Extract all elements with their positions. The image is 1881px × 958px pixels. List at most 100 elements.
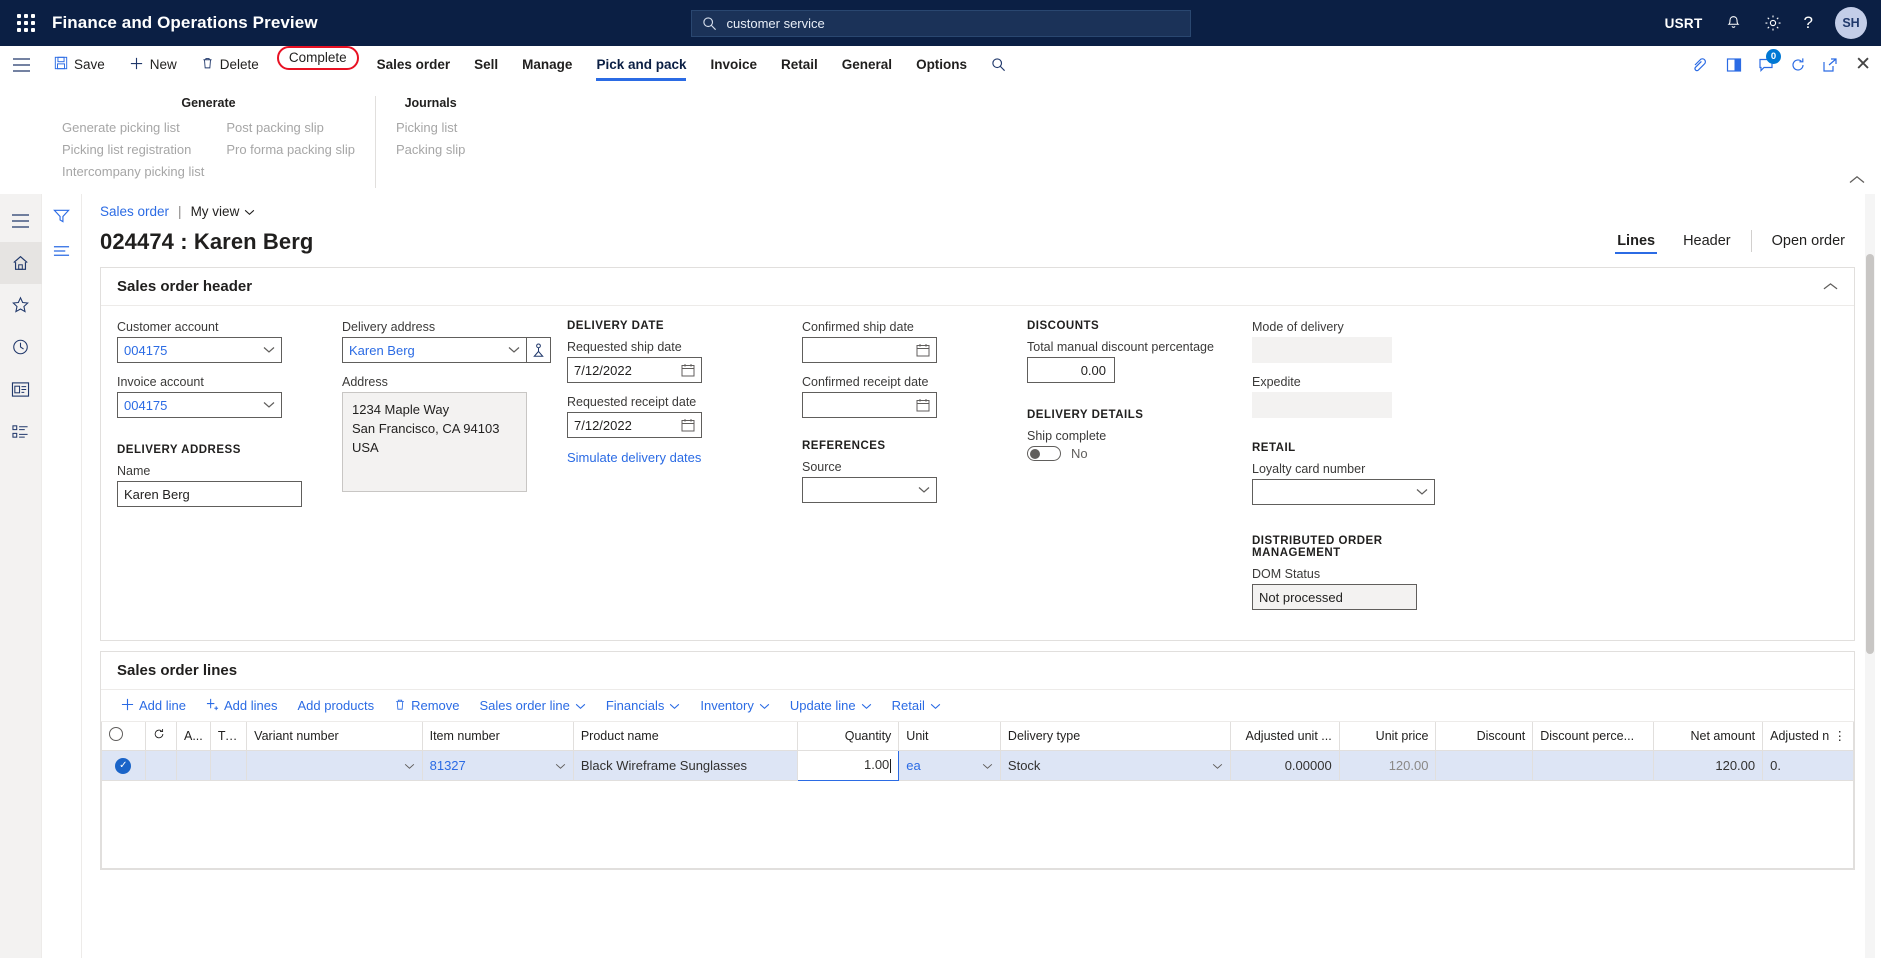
column-header-delivery-type[interactable]: Delivery type — [999, 722, 1231, 751]
menu-icon[interactable] — [0, 200, 42, 242]
row-variant-number-cell[interactable] — [246, 750, 423, 781]
open-in-new-window-icon[interactable] — [1822, 57, 1839, 73]
total-manual-discount-input[interactable]: 0.00 — [1027, 357, 1115, 383]
tab-manage[interactable]: Manage — [510, 46, 584, 84]
confirmed-ship-date-input[interactable] — [802, 337, 937, 363]
refresh-column-header[interactable] — [144, 722, 178, 751]
settings-icon[interactable] — [1764, 14, 1782, 32]
customer-account-input[interactable]: 004175 — [117, 337, 282, 363]
notifications-icon[interactable] — [1725, 15, 1742, 32]
delete-button[interactable]: Delete — [189, 46, 271, 84]
sales-order-header-fasttab-head[interactable]: Sales order header — [101, 268, 1854, 306]
ship-complete-toggle[interactable] — [1027, 446, 1061, 461]
attachments-icon[interactable] — [1692, 57, 1710, 73]
breadcrumb-root-link[interactable]: Sales order — [100, 204, 169, 219]
generate-picking-list-button[interactable]: Generate picking list — [62, 120, 204, 135]
update-line-menu[interactable]: Update line — [780, 698, 882, 713]
avatar[interactable]: SH — [1835, 7, 1867, 39]
column-header-ty[interactable]: Ty... — [209, 722, 248, 751]
scrollbar-thumb[interactable] — [1866, 254, 1874, 654]
view-selector[interactable]: My view — [191, 204, 256, 219]
column-header-unit-price[interactable]: Unit price — [1338, 722, 1437, 751]
row-select-cell[interactable]: ✓ — [101, 750, 146, 781]
remove-line-button[interactable]: Remove — [384, 698, 469, 714]
refresh-icon[interactable] — [1790, 57, 1806, 73]
row-product-name-cell[interactable]: Black Wireframe Sunglasses — [572, 750, 798, 781]
app-launcher-icon[interactable] — [0, 14, 52, 32]
tab-invoice[interactable]: Invoice — [698, 46, 769, 84]
row-item-number-cell[interactable]: 81327 — [421, 750, 574, 781]
tab-general[interactable]: General — [830, 46, 904, 84]
retail-menu[interactable]: Retail — [882, 698, 951, 713]
row-unit-cell[interactable]: ea — [898, 750, 1001, 781]
global-search[interactable]: customer service — [690, 10, 1191, 37]
map-pin-icon[interactable] — [527, 337, 551, 363]
tab-open-order[interactable]: Open order — [1758, 233, 1859, 249]
column-header-adjusted-unit[interactable]: Adjusted unit ... — [1229, 722, 1340, 751]
column-header-product-name[interactable]: Product name — [572, 722, 798, 751]
column-options-icon[interactable]: ⋮ — [1834, 728, 1847, 743]
row-discount-cell[interactable] — [1435, 750, 1534, 781]
tab-retail[interactable]: Retail — [769, 46, 830, 84]
select-all-header[interactable] — [101, 722, 146, 751]
calendar-icon[interactable] — [916, 398, 930, 412]
row-discount-percent-cell[interactable] — [1532, 750, 1655, 781]
intercompany-picking-list-button[interactable]: Intercompany picking list — [62, 164, 204, 179]
expedite-input[interactable] — [1252, 392, 1392, 418]
inventory-menu[interactable]: Inventory — [690, 698, 779, 713]
requested-receipt-date-input[interactable]: 7/12/2022 — [567, 412, 702, 438]
tab-options[interactable]: Options — [904, 46, 979, 84]
calendar-icon[interactable] — [681, 363, 695, 377]
tab-pick-and-pack[interactable]: Pick and pack — [584, 46, 698, 84]
picking-list-journal-button[interactable]: Picking list — [396, 120, 465, 135]
delivery-name-input[interactable]: Karen Berg — [117, 481, 302, 507]
row-adjusted-unit-cell[interactable]: 0.00000 — [1229, 750, 1340, 781]
picking-list-registration-button[interactable]: Picking list registration — [62, 142, 204, 157]
new-button[interactable]: New — [117, 46, 189, 84]
calendar-icon[interactable] — [681, 418, 695, 432]
delivery-address-input[interactable]: Karen Berg — [342, 337, 527, 363]
row-net-amount-cell[interactable]: 120.00 — [1653, 750, 1764, 781]
column-header-unit[interactable]: Unit — [898, 722, 1001, 751]
simulate-delivery-dates-link[interactable]: Simulate delivery dates — [567, 450, 802, 465]
company-indicator[interactable]: USRT — [1665, 16, 1703, 31]
add-products-button[interactable]: Add products — [287, 698, 384, 713]
pro-forma-packing-slip-button[interactable]: Pro forma packing slip — [226, 142, 355, 157]
sales-order-line-menu[interactable]: Sales order line — [470, 698, 596, 713]
post-packing-slip-button[interactable]: Post packing slip — [226, 120, 355, 135]
tab-header[interactable]: Header — [1669, 233, 1745, 249]
column-header-discount-percent[interactable]: Discount perce... — [1532, 722, 1655, 751]
column-header-item-number[interactable]: Item number — [421, 722, 574, 751]
recent-clock-icon[interactable] — [0, 326, 42, 368]
favorites-star-icon[interactable] — [0, 284, 42, 326]
row-adjusted-net-cell[interactable]: 0. — [1762, 750, 1854, 781]
confirmed-receipt-date-input[interactable] — [802, 392, 937, 418]
mode-of-delivery-input[interactable] — [1252, 337, 1392, 363]
add-line-button[interactable]: Add line — [111, 698, 196, 714]
financials-menu[interactable]: Financials — [596, 698, 691, 713]
tab-sales-order[interactable]: Sales order — [365, 46, 463, 84]
packing-slip-journal-button[interactable]: Packing slip — [396, 142, 465, 157]
calendar-icon[interactable] — [916, 343, 930, 357]
filter-icon[interactable] — [53, 208, 70, 227]
home-icon[interactable] — [0, 242, 42, 284]
add-lines-button[interactable]: Add lines — [196, 698, 287, 714]
save-button[interactable]: Save — [42, 46, 117, 84]
list-view-icon[interactable] — [53, 245, 70, 260]
row-unit-price-cell[interactable]: 120.00 — [1338, 750, 1437, 781]
complete-button[interactable]: Complete — [276, 45, 359, 70]
tab-sell[interactable]: Sell — [462, 46, 510, 84]
sales-order-lines-fasttab-head[interactable]: Sales order lines — [101, 652, 1854, 690]
source-input[interactable] — [802, 477, 937, 503]
dom-status-input[interactable]: Not processed — [1252, 584, 1417, 610]
form-vertical-scrollbar[interactable] — [1865, 194, 1875, 958]
requested-ship-date-input[interactable]: 7/12/2022 — [567, 357, 702, 383]
command-search-icon[interactable] — [979, 46, 1018, 84]
notes-icon[interactable]: 0 — [1758, 48, 1782, 73]
collapse-action-pane-icon[interactable] — [1849, 173, 1865, 188]
search-input[interactable]: customer service — [690, 10, 1191, 37]
chevron-up-icon[interactable] — [1823, 278, 1838, 295]
panel-icon[interactable] — [1726, 57, 1742, 73]
menu-icon[interactable] — [0, 46, 42, 84]
column-header-variant-number[interactable]: Variant number — [246, 722, 423, 751]
